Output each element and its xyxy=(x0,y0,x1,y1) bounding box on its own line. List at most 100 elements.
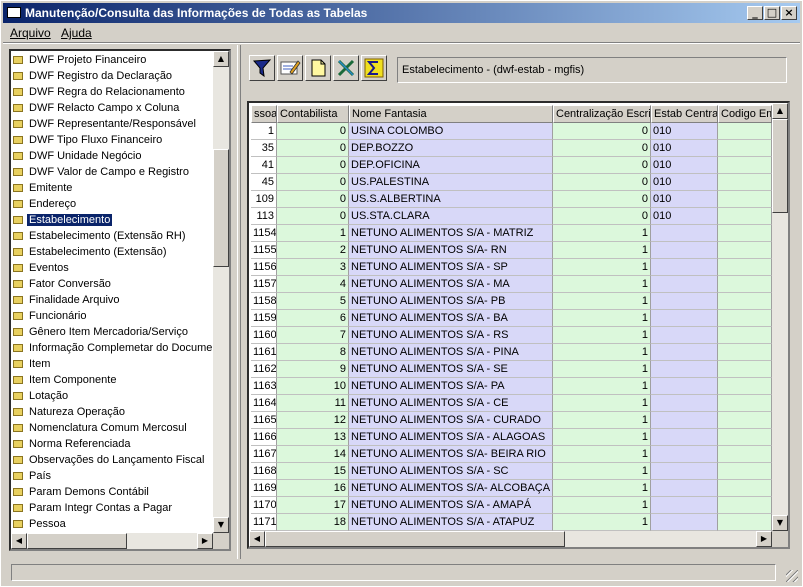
grid-scroll-up-button[interactable]: ▲ xyxy=(772,103,788,119)
table-cell[interactable]: 4 xyxy=(277,276,349,293)
table-cell[interactable]: 1 xyxy=(277,225,349,242)
panel-splitter[interactable] xyxy=(237,45,241,559)
table-list-item[interactable]: Gênero Item Mercadoria/Serviço xyxy=(13,324,190,340)
table-cell[interactable]: 1 xyxy=(553,361,651,378)
table-cell[interactable]: 0 xyxy=(277,191,349,208)
title-bar[interactable]: Manutenção/Consulta das Informações de T… xyxy=(3,3,800,23)
table-list-item[interactable]: Endereço xyxy=(13,196,78,212)
table-cell[interactable] xyxy=(718,242,772,259)
table-cell[interactable]: 8 xyxy=(277,344,349,361)
table-cell[interactable]: 0 xyxy=(277,174,349,191)
table-cell[interactable] xyxy=(651,259,718,276)
table-cell[interactable] xyxy=(651,276,718,293)
table-cell[interactable]: 0 xyxy=(277,157,349,174)
column-header[interactable]: Estab Central xyxy=(651,105,718,123)
table-cell[interactable]: NETUNO ALIMENTOS S/A - SC xyxy=(349,463,553,480)
table-list-item[interactable]: Param Demons Contábil xyxy=(13,484,151,500)
table-list-item[interactable]: DWF Valor de Campo e Registro xyxy=(13,164,191,180)
table-cell[interactable]: 0 xyxy=(553,157,651,174)
table-list-item[interactable]: Emitente xyxy=(13,180,74,196)
scroll-thumb[interactable] xyxy=(213,149,229,267)
table-cell[interactable]: 1 xyxy=(553,225,651,242)
table-cell[interactable]: 1 xyxy=(553,429,651,446)
table-cell[interactable]: 1 xyxy=(553,310,651,327)
table-cell[interactable]: 1159 xyxy=(251,310,277,327)
table-cell[interactable]: NETUNO ALIMENTOS S/A - AMAPÁ xyxy=(349,497,553,514)
table-list-item[interactable]: Param Integr Contas a Pagar xyxy=(13,500,174,516)
table-cell[interactable] xyxy=(718,327,772,344)
table-cell[interactable]: 14 xyxy=(277,446,349,463)
table-cell[interactable]: 0 xyxy=(277,140,349,157)
table-cell[interactable]: 0 xyxy=(553,140,651,157)
table-cell[interactable] xyxy=(651,361,718,378)
grid-scroll-thumb[interactable] xyxy=(772,119,788,213)
table-cell[interactable]: NETUNO ALIMENTOS S/A - ALAGOAS xyxy=(349,429,553,446)
table-cell[interactable]: 1165 xyxy=(251,412,277,429)
table-cell[interactable]: 1158 xyxy=(251,293,277,310)
menu-ajuda[interactable]: Ajuda xyxy=(61,26,92,40)
table-cell[interactable] xyxy=(718,191,772,208)
table-cell[interactable] xyxy=(718,514,772,531)
table-cell[interactable] xyxy=(718,123,772,140)
table-list-item[interactable]: Nomenclatura Comum Mercosul xyxy=(13,420,189,436)
table-cell[interactable]: 1164 xyxy=(251,395,277,412)
table-cell[interactable] xyxy=(651,497,718,514)
scroll-right-button[interactable]: ▶ xyxy=(197,533,213,549)
table-cell[interactable]: NETUNO ALIMENTOS S/A - CE xyxy=(349,395,553,412)
table-cell[interactable] xyxy=(718,412,772,429)
table-cell[interactable]: 1 xyxy=(553,514,651,531)
close-button[interactable]: × xyxy=(781,6,797,20)
table-cell[interactable]: NETUNO ALIMENTOS S/A- ALCOBAÇA xyxy=(349,480,553,497)
table-cell[interactable]: 18 xyxy=(277,514,349,531)
table-cell[interactable]: NETUNO ALIMENTOS S/A - PINA xyxy=(349,344,553,361)
table-cell[interactable] xyxy=(718,480,772,497)
table-cell[interactable]: DEP.BOZZO xyxy=(349,140,553,157)
table-cell[interactable] xyxy=(718,463,772,480)
table-cell[interactable]: 1157 xyxy=(251,276,277,293)
table-cell[interactable]: 9 xyxy=(277,361,349,378)
table-cell[interactable]: 1162 xyxy=(251,361,277,378)
data-grid[interactable]: ssoa Contabilista Nome Fantasia Centralizaç… xyxy=(247,101,790,549)
minimize-button[interactable]: _ xyxy=(747,6,763,20)
new-record-button[interactable] xyxy=(305,55,331,81)
table-list-vscrollbar[interactable]: ▲ ▼ xyxy=(213,51,229,533)
table-cell[interactable]: 1 xyxy=(553,446,651,463)
table-list-item[interactable]: Pessoa xyxy=(13,516,68,532)
table-cell[interactable] xyxy=(718,259,772,276)
filter-button[interactable] xyxy=(249,55,275,81)
table-cell[interactable]: 010 xyxy=(651,191,718,208)
table-cell[interactable] xyxy=(718,310,772,327)
column-header[interactable]: Codigo Emp xyxy=(718,105,772,123)
table-cell[interactable]: NETUNO ALIMENTOS S/A - RS xyxy=(349,327,553,344)
table-cell[interactable] xyxy=(718,361,772,378)
table-cell[interactable]: 17 xyxy=(277,497,349,514)
table-cell[interactable]: US.STA.CLARA xyxy=(349,208,553,225)
table-cell[interactable]: 2 xyxy=(277,242,349,259)
table-list-item[interactable]: Finalidade Arquivo xyxy=(13,292,122,308)
table-cell[interactable]: 109 xyxy=(251,191,277,208)
table-list-item[interactable]: País xyxy=(13,468,53,484)
scroll-up-button[interactable]: ▲ xyxy=(213,51,229,67)
table-cell[interactable]: 11 xyxy=(277,395,349,412)
table-list-item[interactable]: DWF Representante/Responsável xyxy=(13,116,198,132)
table-cell[interactable]: 1170 xyxy=(251,497,277,514)
table-cell[interactable]: 1 xyxy=(553,293,651,310)
table-cell[interactable]: 010 xyxy=(651,174,718,191)
table-list-item[interactable]: Informação Complemetar do Documento xyxy=(13,340,229,356)
table-cell[interactable] xyxy=(651,480,718,497)
table-cell[interactable] xyxy=(718,174,772,191)
table-list-item[interactable]: Estabelecimento xyxy=(13,212,113,228)
table-cell[interactable] xyxy=(651,463,718,480)
table-cell[interactable] xyxy=(651,378,718,395)
table-cell[interactable]: 010 xyxy=(651,157,718,174)
grid-scroll-left-button[interactable]: ◀ xyxy=(249,531,265,547)
table-cell[interactable]: 010 xyxy=(651,123,718,140)
maximize-button[interactable]: □ xyxy=(764,6,780,20)
table-cell[interactable] xyxy=(651,344,718,361)
table-cell[interactable]: 0 xyxy=(553,123,651,140)
table-cell[interactable]: US.S.ALBERTINA xyxy=(349,191,553,208)
table-cell[interactable] xyxy=(718,157,772,174)
table-cell[interactable]: DEP.OFICINA xyxy=(349,157,553,174)
table-cell[interactable] xyxy=(718,140,772,157)
table-cell[interactable] xyxy=(718,497,772,514)
